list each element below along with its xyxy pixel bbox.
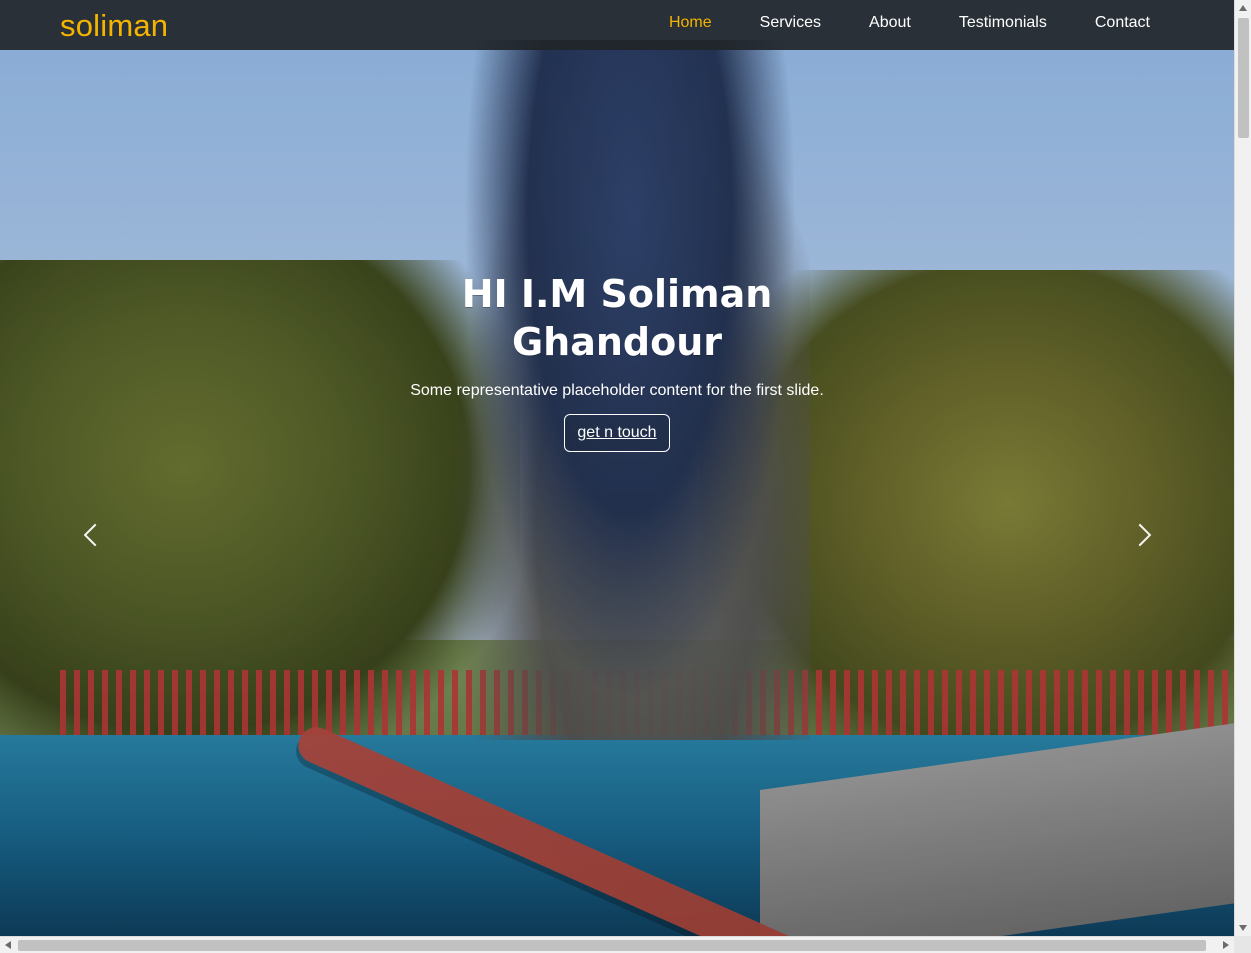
primary-nav: Home Services About Testimonials Contact — [669, 14, 1150, 32]
scroll-up-arrow-icon[interactable] — [1239, 5, 1247, 11]
scroll-right-arrow-icon[interactable] — [1223, 941, 1229, 949]
hero-title: HI I.M Soliman Ghandour — [461, 272, 773, 364]
vertical-scroll-thumb[interactable] — [1238, 18, 1249, 138]
top-navbar: soliman Home Services About Testimonials… — [0, 0, 1234, 50]
chevron-left-icon — [83, 523, 107, 547]
nav-testimonials[interactable]: Testimonials — [959, 14, 1047, 32]
carousel-caption: HI I.M Soliman Ghandour Some representat… — [0, 270, 1234, 452]
horizontal-scroll-thumb[interactable] — [18, 940, 1206, 951]
viewport: soliman Home Services About Testimonials… — [0, 0, 1234, 936]
nav-services[interactable]: Services — [760, 14, 821, 32]
brand-logo[interactable]: soliman — [60, 8, 168, 44]
nav-contact[interactable]: Contact — [1095, 14, 1150, 32]
nav-about[interactable]: About — [869, 14, 911, 32]
hero-subtitle: Some representative placeholder content … — [410, 382, 824, 399]
horizontal-scrollbar[interactable] — [0, 936, 1234, 953]
hero-image — [0, 0, 1234, 936]
get-in-touch-button[interactable]: get n touch — [564, 414, 670, 452]
chevron-right-icon — [1128, 523, 1152, 547]
scroll-left-arrow-icon[interactable] — [5, 941, 11, 949]
carousel-next-button[interactable] — [1120, 515, 1160, 555]
nav-home[interactable]: Home — [669, 14, 712, 32]
image-overlay — [0, 0, 1234, 936]
vertical-scrollbar[interactable] — [1234, 0, 1251, 936]
carousel-prev-button[interactable] — [75, 515, 115, 555]
scroll-down-arrow-icon[interactable] — [1239, 925, 1247, 931]
scrollbar-corner — [1234, 936, 1251, 953]
